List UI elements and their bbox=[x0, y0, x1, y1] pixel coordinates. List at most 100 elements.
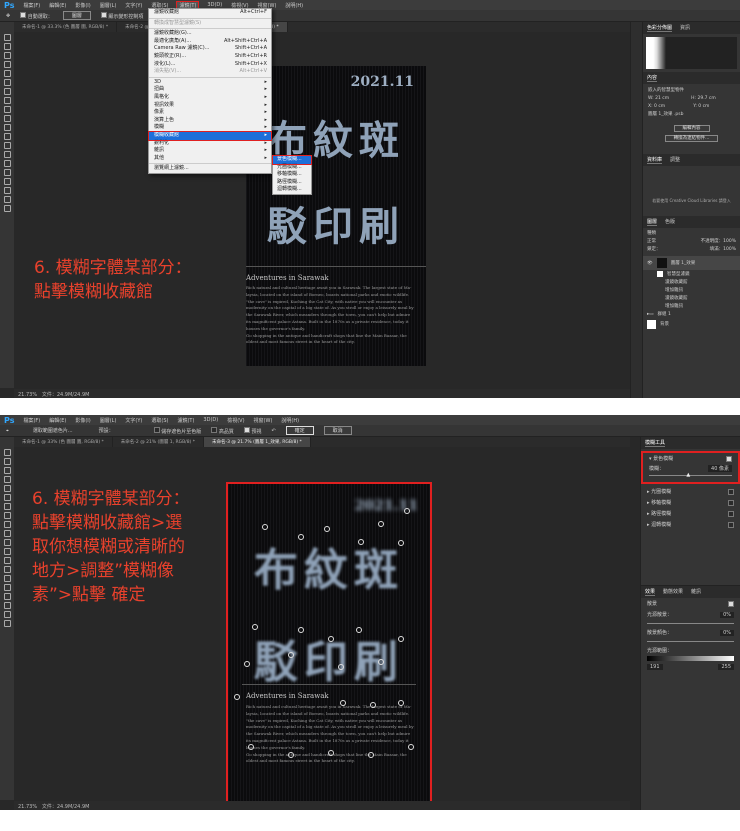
blur-pin[interactable] bbox=[408, 744, 414, 750]
dodge-tool-icon[interactable] bbox=[3, 566, 11, 573]
healing-brush-icon[interactable] bbox=[3, 503, 11, 510]
menu-layer[interactable]: 圖層(L) bbox=[100, 2, 117, 9]
layer-kind-filter[interactable]: 種類 bbox=[647, 230, 736, 238]
gradient-icon[interactable] bbox=[3, 133, 11, 140]
menu-type[interactable]: 文字(Y) bbox=[125, 2, 142, 9]
doc-tab[interactable]: 未命名-1 @ 33.3% (色 圖層 圖, RGB/8) * bbox=[14, 22, 118, 32]
layer-row[interactable]: 背景 bbox=[643, 318, 740, 330]
doc-tab-active[interactable]: 未命名-3 @ 21.7% (圖層 1_效果, RGB/8) * bbox=[204, 437, 311, 447]
layer-row[interactable]: 濾鏡收藏館 bbox=[643, 278, 740, 286]
blur-pin[interactable] bbox=[370, 702, 376, 708]
blur-tool-icon[interactable] bbox=[3, 142, 11, 149]
eraser-icon[interactable] bbox=[3, 539, 11, 546]
blur-pin[interactable] bbox=[356, 627, 362, 633]
filter-menu-item[interactable]: 其他 ▸ bbox=[149, 155, 271, 163]
eyedropper-icon[interactable] bbox=[3, 79, 11, 86]
preview-checkbox[interactable]: 預視 bbox=[243, 426, 261, 435]
iris-blur-toggle[interactable]: ▸ 光圈模糊 bbox=[641, 486, 740, 497]
range-high-field[interactable]: 255 bbox=[718, 663, 734, 670]
eraser-icon[interactable] bbox=[3, 124, 11, 131]
stamp-tool-icon[interactable] bbox=[3, 106, 11, 113]
bokeh-color-field[interactable]: 0% bbox=[720, 629, 734, 636]
menu-item-field-blur[interactable]: 景色模糊... bbox=[272, 155, 312, 165]
zoom-tool-icon[interactable] bbox=[3, 205, 11, 212]
edit-contents-button[interactable]: 編輯內容 bbox=[673, 125, 710, 132]
blur-pin[interactable] bbox=[324, 526, 330, 532]
blur-pin[interactable] bbox=[248, 744, 254, 750]
blur-pin[interactable] bbox=[262, 524, 268, 530]
type-tool-icon[interactable] bbox=[3, 169, 11, 176]
blur-submenu-item[interactable]: 迴轉模糊... bbox=[273, 186, 311, 194]
layer-row[interactable]: 增加雜訊 bbox=[643, 302, 740, 310]
filter-menu-item[interactable]: 像素 ▸ bbox=[149, 109, 271, 117]
blur-pin[interactable] bbox=[338, 664, 344, 670]
field-blur-toggle[interactable]: ▾ 景色模糊 bbox=[643, 453, 738, 464]
hand-tool-icon[interactable] bbox=[3, 196, 11, 203]
blur-pin[interactable] bbox=[340, 700, 346, 706]
menu-help[interactable]: 說明(H) bbox=[281, 417, 299, 424]
blur-pin[interactable] bbox=[398, 636, 404, 642]
blur-tool-icon[interactable] bbox=[3, 557, 11, 564]
convert-linked-button[interactable]: 轉換為連結物件... bbox=[664, 135, 719, 142]
menu-layer[interactable]: 圖層(L) bbox=[100, 417, 117, 424]
brush-tool-icon[interactable] bbox=[3, 97, 11, 104]
history-brush-icon[interactable] bbox=[3, 530, 11, 537]
menu-view[interactable]: 檢視(V) bbox=[227, 417, 244, 424]
crop-tool-icon[interactable] bbox=[3, 485, 11, 492]
path-select-icon[interactable] bbox=[3, 178, 11, 185]
eyedropper-icon[interactable] bbox=[3, 494, 11, 501]
move-tool-icon[interactable] bbox=[3, 449, 11, 456]
spin-blur-toggle[interactable]: ▸ 迴轉模糊 bbox=[641, 519, 740, 530]
blur-slider[interactable]: ▲ bbox=[649, 472, 732, 478]
crop-tool-icon[interactable] bbox=[3, 70, 11, 77]
poster-canvas[interactable]: 2021.11 布紋斑 駁印刷 Adventures in Sarawak Ri… bbox=[226, 482, 432, 808]
menu-select[interactable]: 選取(S) bbox=[151, 417, 168, 424]
filter-menu-item[interactable]: 視訊效果 ▸ bbox=[149, 102, 271, 110]
menu-type[interactable]: 文字(Y) bbox=[125, 417, 142, 424]
blur-pin[interactable] bbox=[234, 694, 240, 700]
zoom-tool-icon[interactable] bbox=[3, 620, 11, 627]
range-low-field[interactable]: 191 bbox=[647, 663, 663, 670]
filter-menu-item[interactable]: 模糊 ▸ bbox=[149, 124, 271, 132]
filter-menu-item[interactable]: 濾鏡收藏館(G)... bbox=[149, 30, 271, 38]
light-bokeh-slider[interactable] bbox=[647, 623, 734, 624]
history-brush-icon[interactable] bbox=[3, 115, 11, 122]
menu-edit[interactable]: 編輯(E) bbox=[49, 417, 66, 424]
blur-pin[interactable] bbox=[298, 627, 304, 633]
filter-menu-item[interactable]: 3D ▸ bbox=[149, 79, 271, 87]
doc-tab[interactable]: 未命名-2 @ 21% (圖層 1, RGB/8) * bbox=[113, 437, 204, 447]
blur-pin[interactable] bbox=[378, 659, 384, 665]
layer-row[interactable]: ▸▭ 群組 1 bbox=[643, 310, 740, 318]
blur-pin[interactable] bbox=[288, 752, 294, 758]
blur-pin[interactable] bbox=[288, 652, 294, 658]
menu-image[interactable]: 影像(I) bbox=[75, 2, 90, 9]
blur-pin[interactable] bbox=[358, 539, 364, 545]
filter-menu-item[interactable]: 鏡頭校正(R)... Shift+Ctrl+R bbox=[149, 53, 271, 61]
reset-icon[interactable]: ↶ bbox=[271, 428, 275, 434]
menu-image[interactable]: 影像(I) bbox=[75, 417, 90, 424]
filter-menu-item[interactable]: 瀏覽網上濾鏡... bbox=[149, 165, 271, 173]
blur-pin[interactable] bbox=[244, 661, 250, 667]
blur-pin[interactable] bbox=[398, 700, 404, 706]
high-quality-checkbox[interactable]: 高品質 bbox=[211, 426, 234, 435]
blur-submenu-item[interactable]: 移軸模糊... bbox=[273, 171, 311, 179]
filter-menu-item[interactable]: 扭曲 ▸ bbox=[149, 86, 271, 94]
dodge-tool-icon[interactable] bbox=[3, 151, 11, 158]
quick-select-icon[interactable] bbox=[3, 476, 11, 483]
bokeh-checkbox[interactable] bbox=[728, 600, 734, 607]
preset-label[interactable]: 預設： bbox=[99, 427, 114, 434]
type-tool-icon[interactable] bbox=[3, 584, 11, 591]
filter-menu-item[interactable]: 雜訊 ▸ bbox=[149, 147, 271, 155]
blur-pin[interactable] bbox=[328, 636, 334, 642]
auto-select-checkbox[interactable]: 自動選取： bbox=[20, 11, 53, 20]
layer-row[interactable]: 👁 圖層 1_效果 bbox=[643, 256, 740, 270]
menu-filter[interactable]: 濾鏡(T) bbox=[177, 417, 194, 424]
pen-tool-icon[interactable] bbox=[3, 160, 11, 167]
marquee-tool-icon[interactable] bbox=[3, 43, 11, 50]
blend-mode[interactable]: 正常 bbox=[647, 238, 656, 246]
doc-tab[interactable]: 未命名-1 @ 33% (色 圖層 圖, RGB/8) * bbox=[14, 437, 113, 447]
cancel-button[interactable]: 取消 bbox=[323, 426, 352, 435]
save-mask-checkbox[interactable]: 儲存遮色片至色版 bbox=[153, 426, 201, 435]
filter-menu-item[interactable]: Camera Raw 濾鏡(C)... Shift+Ctrl+A bbox=[149, 45, 271, 53]
pen-tool-icon[interactable] bbox=[3, 575, 11, 582]
